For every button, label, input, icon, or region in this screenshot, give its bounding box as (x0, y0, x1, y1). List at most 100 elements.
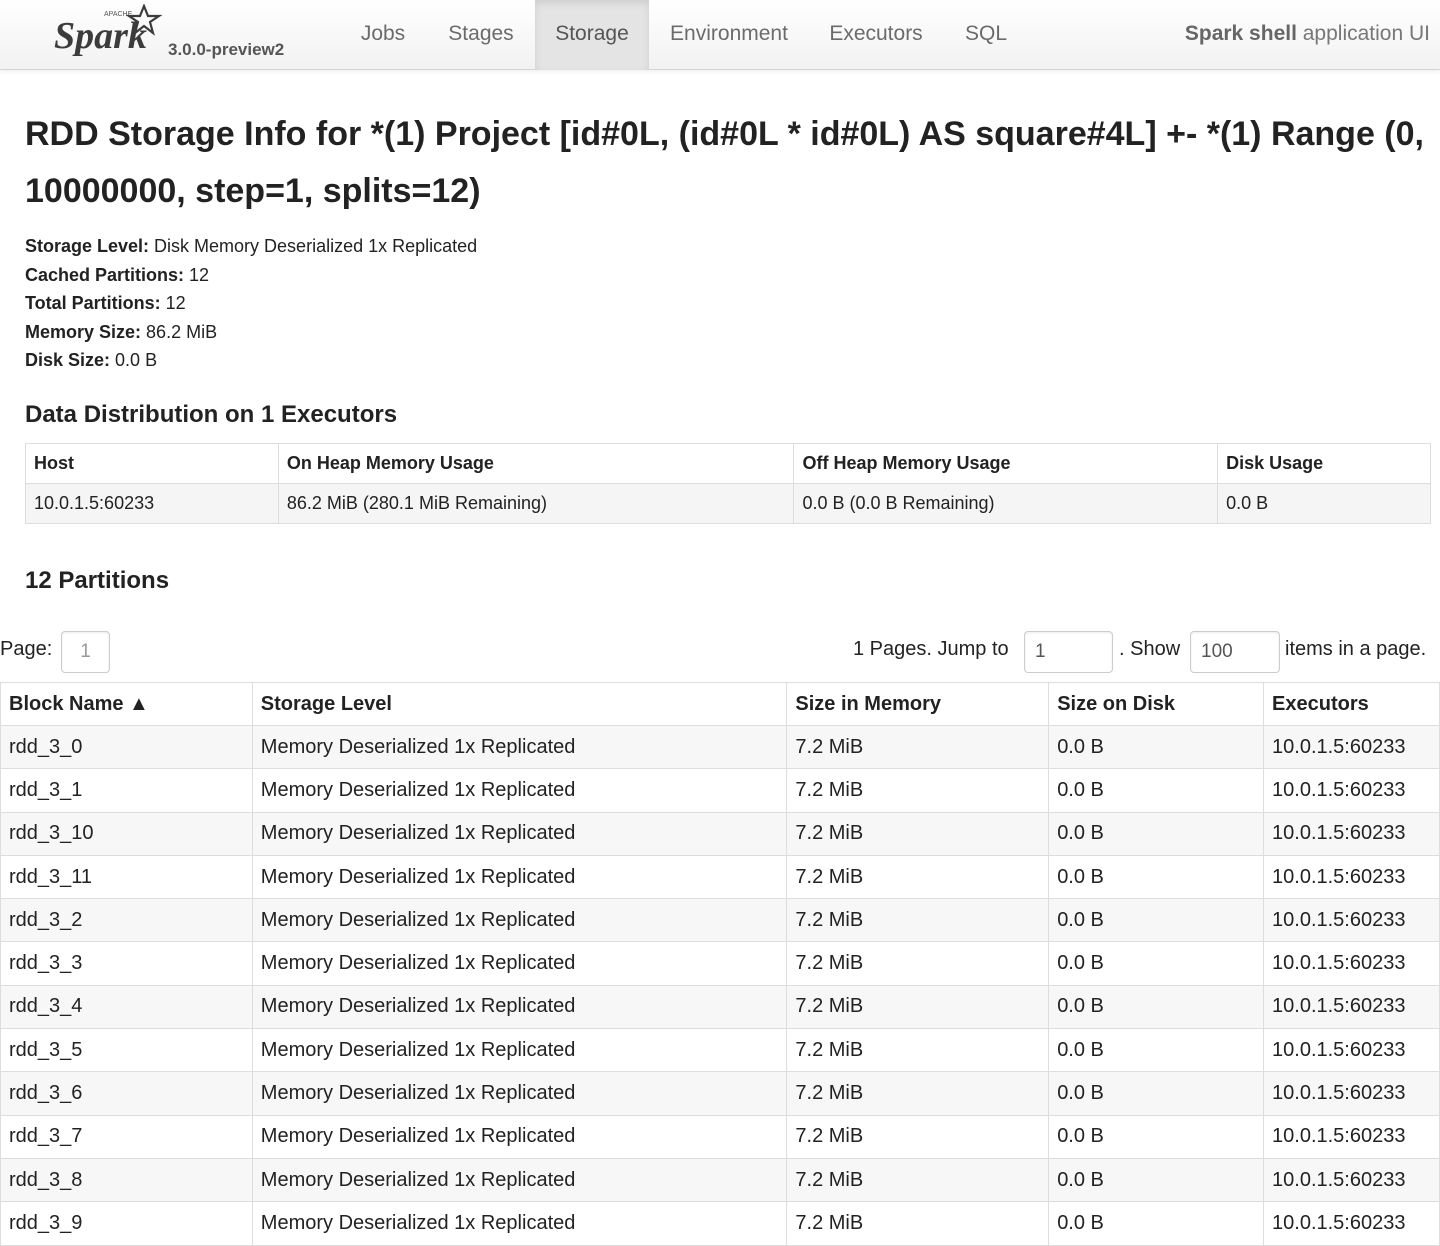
cell-size-in-memory: 7.2 MiB (786, 1201, 1050, 1246)
summary-label: Disk Size: (25, 350, 111, 370)
table-row: rdd_3_8 Memory Deserialized 1x Replicated… (0, 1157, 1440, 1203)
cell-executor: 10.0.1.5:60233 (1263, 854, 1440, 900)
summary-value: Disk Memory Deserialized 1x Replicated (149, 236, 478, 256)
cell-size-in-memory: 7.2 MiB (786, 1157, 1050, 1203)
table-header-row: Host On Heap Memory Usage Off Heap Memor… (25, 443, 1431, 484)
table-row: rdd_3_4 Memory Deserialized 1x Replicated… (0, 984, 1440, 1030)
column-header-disk-usage[interactable]: Disk Usage (1217, 443, 1431, 484)
tab-environment[interactable]: Environment (654, 0, 804, 70)
partitions-table: Block Name ▲ Storage Level Size in Memor… (0, 682, 1440, 1246)
table-row: rdd_3_5 Memory Deserialized 1x Replicated… (0, 1028, 1440, 1073)
column-header-block-name[interactable]: Block Name ▲ (0, 682, 253, 726)
column-header-executors[interactable]: Executors (1263, 682, 1440, 726)
cell-size-on-disk: 0.0 B (1048, 1028, 1265, 1073)
cell-block-name: rdd_3_10 (0, 811, 253, 856)
app-name-bold: Spark shell (1184, 22, 1297, 45)
table-row: rdd_3_10 Memory Deserialized 1x Replicate… (0, 811, 1440, 856)
cell-executor: 10.0.1.5:60233 (1263, 1071, 1440, 1116)
cell-size-in-memory: 7.2 MiB (786, 1071, 1050, 1116)
summary-disk-size: Disk Size: 0.0 B (25, 346, 477, 375)
cell-size-in-memory: 7.2 MiB (786, 724, 1050, 770)
cell-size-on-disk: 0.0 B (1048, 1157, 1265, 1203)
cell-size-in-memory: 7.2 MiB (786, 898, 1050, 943)
page-label: Page: (0, 638, 53, 660)
rdd-summary: Storage Level: Disk Memory Deserialized … (25, 232, 477, 375)
summary-value: 86.2 MiB (141, 321, 218, 342)
cell-block-name: rdd_3_3 (0, 941, 253, 986)
tab-executors[interactable]: Executors (812, 0, 940, 70)
cell-block-name: rdd_3_2 (0, 898, 253, 943)
cell-storage-level: Memory Deserialized 1x Replicated (251, 941, 788, 986)
cell-executor: 10.0.1.5:60233 (1263, 768, 1440, 813)
cell-size-on-disk: 0.0 B (1048, 984, 1265, 1030)
cell-block-name: rdd_3_6 (0, 1071, 253, 1116)
partitions-table-body: rdd_3_0 Memory Deserialized 1x Replicated… (0, 724, 1440, 1246)
cell-storage-level: Memory Deserialized 1x Replicated (251, 1114, 788, 1159)
column-header-size-in-memory[interactable]: Size in Memory (786, 682, 1050, 726)
summary-memory-size: Memory Size: 86.2 MiB (25, 318, 477, 347)
table-row: rdd_3_0 Memory Deserialized 1x Replicated… (0, 724, 1440, 770)
summary-label: Cached Partitions: (25, 264, 185, 285)
application-name: Spark shell application UI (1185, 0, 1430, 70)
tab-sql[interactable]: SQL (948, 0, 1024, 70)
cell-storage-level: Memory Deserialized 1x Replicated (251, 1071, 788, 1116)
cell-size-in-memory: 7.2 MiB (786, 768, 1050, 813)
cell-storage-level: Memory Deserialized 1x Replicated (251, 1201, 788, 1246)
cell-disk-usage: 0.0 B (1217, 483, 1431, 524)
table-row: rdd_3_11 Memory Deserialized 1x Replicate… (0, 854, 1440, 900)
page-size-input[interactable]: 100 (1190, 631, 1280, 673)
column-header-off-heap[interactable]: Off Heap Memory Usage (793, 443, 1219, 484)
table-row: rdd_3_2 Memory Deserialized 1x Replicated… (0, 898, 1440, 943)
cell-executor: 10.0.1.5:60233 (1263, 941, 1440, 986)
cell-executor: 10.0.1.5:60233 (1263, 1114, 1440, 1159)
table-header-row: Block Name ▲ Storage Level Size in Memor… (0, 682, 1440, 726)
cell-size-in-memory: 7.2 MiB (786, 941, 1050, 986)
pages-jump-label: 1 Pages. Jump to (853, 638, 1009, 660)
column-header-storage-level[interactable]: Storage Level (251, 682, 788, 726)
cell-host: 10.0.1.5:60233 (25, 483, 279, 524)
page-title: RDD Storage Info for *(1) Project [id#0L… (25, 115, 1424, 210)
svg-text:APACHE: APACHE (104, 11, 133, 18)
version-label: 3.0.0-preview2 (168, 40, 285, 59)
column-header-on-heap[interactable]: On Heap Memory Usage (277, 443, 795, 484)
cell-size-on-disk: 0.0 B (1048, 768, 1265, 813)
tab-stages[interactable]: Stages (430, 0, 532, 70)
table-row: rdd_3_3 Memory Deserialized 1x Replicated… (0, 941, 1440, 986)
cell-size-on-disk: 0.0 B (1048, 1201, 1265, 1246)
summary-label: Storage Level: (25, 236, 150, 256)
current-page-button[interactable]: 1 (61, 631, 110, 673)
tab-jobs[interactable]: Jobs (342, 0, 424, 70)
summary-value: 12 (184, 264, 210, 285)
summary-label: Memory Size: (25, 321, 142, 342)
cell-size-on-disk: 0.0 B (1048, 1114, 1265, 1159)
cell-storage-level: Memory Deserialized 1x Replicated (251, 1157, 788, 1203)
cell-storage-level: Memory Deserialized 1x Replicated (251, 724, 788, 770)
cell-block-name: rdd_3_8 (0, 1157, 253, 1203)
cell-block-name: rdd_3_11 (0, 854, 253, 900)
summary-total-partitions: Total Partitions: 12 (25, 289, 477, 318)
cell-block-name: rdd_3_5 (0, 1028, 253, 1073)
cell-size-on-disk: 0.0 B (1048, 941, 1265, 986)
cell-executor: 10.0.1.5:60233 (1263, 984, 1440, 1030)
tab-storage[interactable]: Storage (535, 0, 649, 70)
summary-storage-level: Storage Level: Disk Memory Deserialized … (25, 232, 477, 261)
partitions-heading: 12 Partitions (25, 567, 170, 594)
cell-block-name: rdd_3_9 (0, 1201, 253, 1246)
table-row: rdd_3_7 Memory Deserialized 1x Replicated… (0, 1114, 1440, 1159)
cell-storage-level: Memory Deserialized 1x Replicated (251, 984, 788, 1030)
app-name-rest: application UI (1296, 22, 1430, 45)
cell-executor: 10.0.1.5:60233 (1263, 1201, 1440, 1246)
svg-text:Spark: Spark (54, 15, 147, 57)
items-per-page-label: items in a page. (1285, 638, 1427, 660)
cell-storage-level: Memory Deserialized 1x Replicated (251, 768, 788, 813)
jump-to-page-input[interactable]: 1 (1024, 631, 1113, 673)
cell-storage-level: Memory Deserialized 1x Replicated (251, 898, 788, 943)
cell-executor: 10.0.1.5:60233 (1263, 811, 1440, 856)
cell-size-in-memory: 7.2 MiB (786, 1114, 1050, 1159)
column-header-size-on-disk[interactable]: Size on Disk (1048, 682, 1265, 726)
table-row: rdd_3_1 Memory Deserialized 1x Replicated… (0, 768, 1440, 813)
cell-size-in-memory: 7.2 MiB (786, 811, 1050, 856)
cell-off-heap: 0.0 B (0.0 B Remaining) (793, 483, 1219, 524)
spark-logo[interactable]: Spark APACHE 3.0.0-preview2 (52, 4, 292, 64)
column-header-host[interactable]: Host (25, 443, 279, 484)
